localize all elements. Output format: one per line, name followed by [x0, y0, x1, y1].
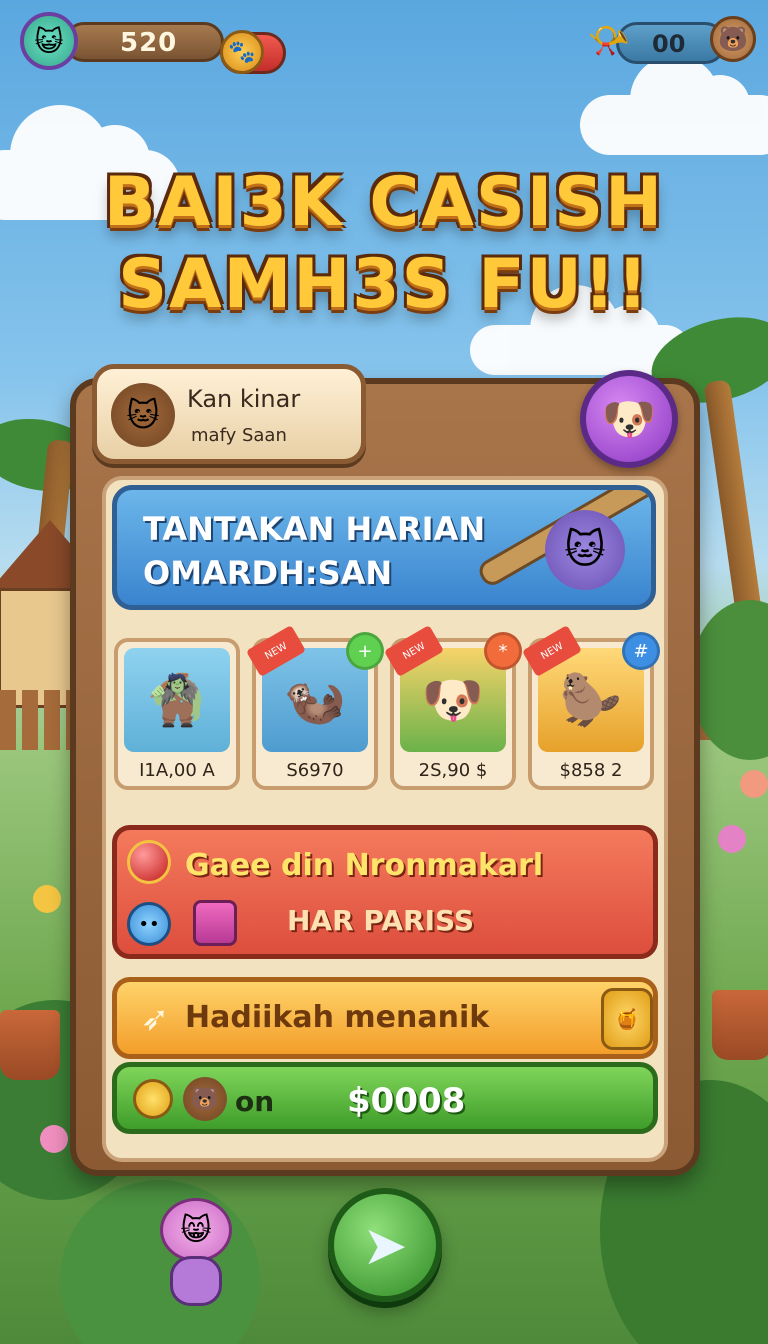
- plus-badge-icon: +: [346, 632, 384, 670]
- flower: [718, 825, 746, 853]
- cat-mascot: 😸: [148, 1198, 244, 1308]
- profile-tag[interactable]: 🐱 Kan kinar mafy Saan: [92, 364, 366, 464]
- flower-pot: [0, 1010, 60, 1080]
- coin-count: 520: [120, 28, 178, 58]
- horn-icon[interactable]: 📯: [586, 14, 632, 68]
- ogre-pet-icon: 🧌: [124, 648, 230, 752]
- play-button[interactable]: ➤: [328, 1188, 442, 1302]
- card-price: $858 2: [559, 760, 623, 781]
- gem-hud[interactable]: 📯 00 🐻: [586, 14, 756, 70]
- arrow-icon: ➶: [140, 999, 170, 1039]
- card-price: 2S,90 $: [418, 760, 488, 781]
- coin-hud[interactable]: 😺 520 🐾: [20, 12, 286, 74]
- event-title: Gaee din Nronmakarl: [185, 848, 544, 883]
- star-badge-icon: *: [484, 632, 522, 670]
- earnings-amount: $0008: [347, 1081, 466, 1121]
- title-line-2: SAMH3S FU!!: [118, 245, 650, 324]
- cat-mascot-icon: 😸: [160, 1198, 232, 1262]
- shop-cards: 🧌 I1A,00 A 🦦 NEW + S6970 🐶 NEW * 2S,90 $…: [114, 625, 660, 798]
- cat-avatar-icon[interactable]: 😺: [20, 12, 78, 70]
- shop-card[interactable]: 🐶 NEW * 2S,90 $: [383, 625, 522, 790]
- daily-banner-title: TANTAKAN HARIAN: [143, 510, 486, 548]
- gem-count: 00: [652, 30, 686, 58]
- reward-panel[interactable]: ➶ Hadiikah menanik 🍯: [112, 977, 658, 1059]
- earnings-label: on: [235, 1085, 275, 1118]
- event-subtitle: HAR PARISS: [287, 904, 475, 937]
- daily-banner-subtitle: OMARDH:SAN: [143, 554, 393, 592]
- shop-card[interactable]: 🦦 NEW + S6970: [245, 625, 384, 790]
- event-panel[interactable]: •• Gaee din Nronmakarl HAR PARISS: [112, 825, 658, 959]
- game-title: BAI3K CASISH SAMH3S FU!!: [0, 162, 768, 326]
- pet-avatar-icon: 🐱: [111, 383, 175, 447]
- daily-challenge-banner[interactable]: 🐱 TANTAKAN HARIAN OMARDH:SAN: [112, 485, 656, 610]
- card-price: S6970: [286, 760, 344, 781]
- cookie-icon[interactable]: 🐻: [710, 16, 756, 62]
- shop-card[interactable]: 🦫 NEW # $858 2: [521, 625, 660, 790]
- fence: [0, 690, 80, 750]
- title-line-1: BAI3K CASISH: [103, 163, 665, 242]
- profile-name: Kan kinar: [187, 385, 301, 413]
- flower: [40, 1125, 68, 1153]
- profile-subtitle: mafy Saan: [191, 425, 287, 446]
- reward-text: Hadiikah menanik: [185, 1000, 490, 1035]
- house: [0, 520, 110, 708]
- honey-jar-icon: 🍯: [601, 988, 653, 1050]
- cloud: [580, 55, 768, 155]
- flower-pot: [712, 990, 768, 1060]
- shop-card[interactable]: 🧌 I1A,00 A: [114, 638, 240, 790]
- globe-badge-icon: #: [622, 632, 660, 670]
- pet-mascot-icon: 🐱: [545, 510, 625, 590]
- flower: [740, 770, 768, 798]
- mascot-body: [170, 1256, 222, 1306]
- card-price: I1A,00 A: [139, 760, 215, 781]
- palm-tree: [703, 379, 763, 621]
- red-orb-icon: [127, 840, 171, 884]
- coin-icon[interactable]: 🐾: [220, 30, 264, 74]
- flower: [33, 885, 61, 913]
- potion-jar-icon: [193, 900, 237, 946]
- bear-icon: 🐻: [183, 1077, 227, 1121]
- pet-badge-button[interactable]: 🐶: [580, 370, 678, 468]
- slime-icon: ••: [127, 902, 171, 946]
- coin-icon: [133, 1079, 173, 1119]
- earnings-panel[interactable]: 🐻 on $0008: [112, 1062, 658, 1134]
